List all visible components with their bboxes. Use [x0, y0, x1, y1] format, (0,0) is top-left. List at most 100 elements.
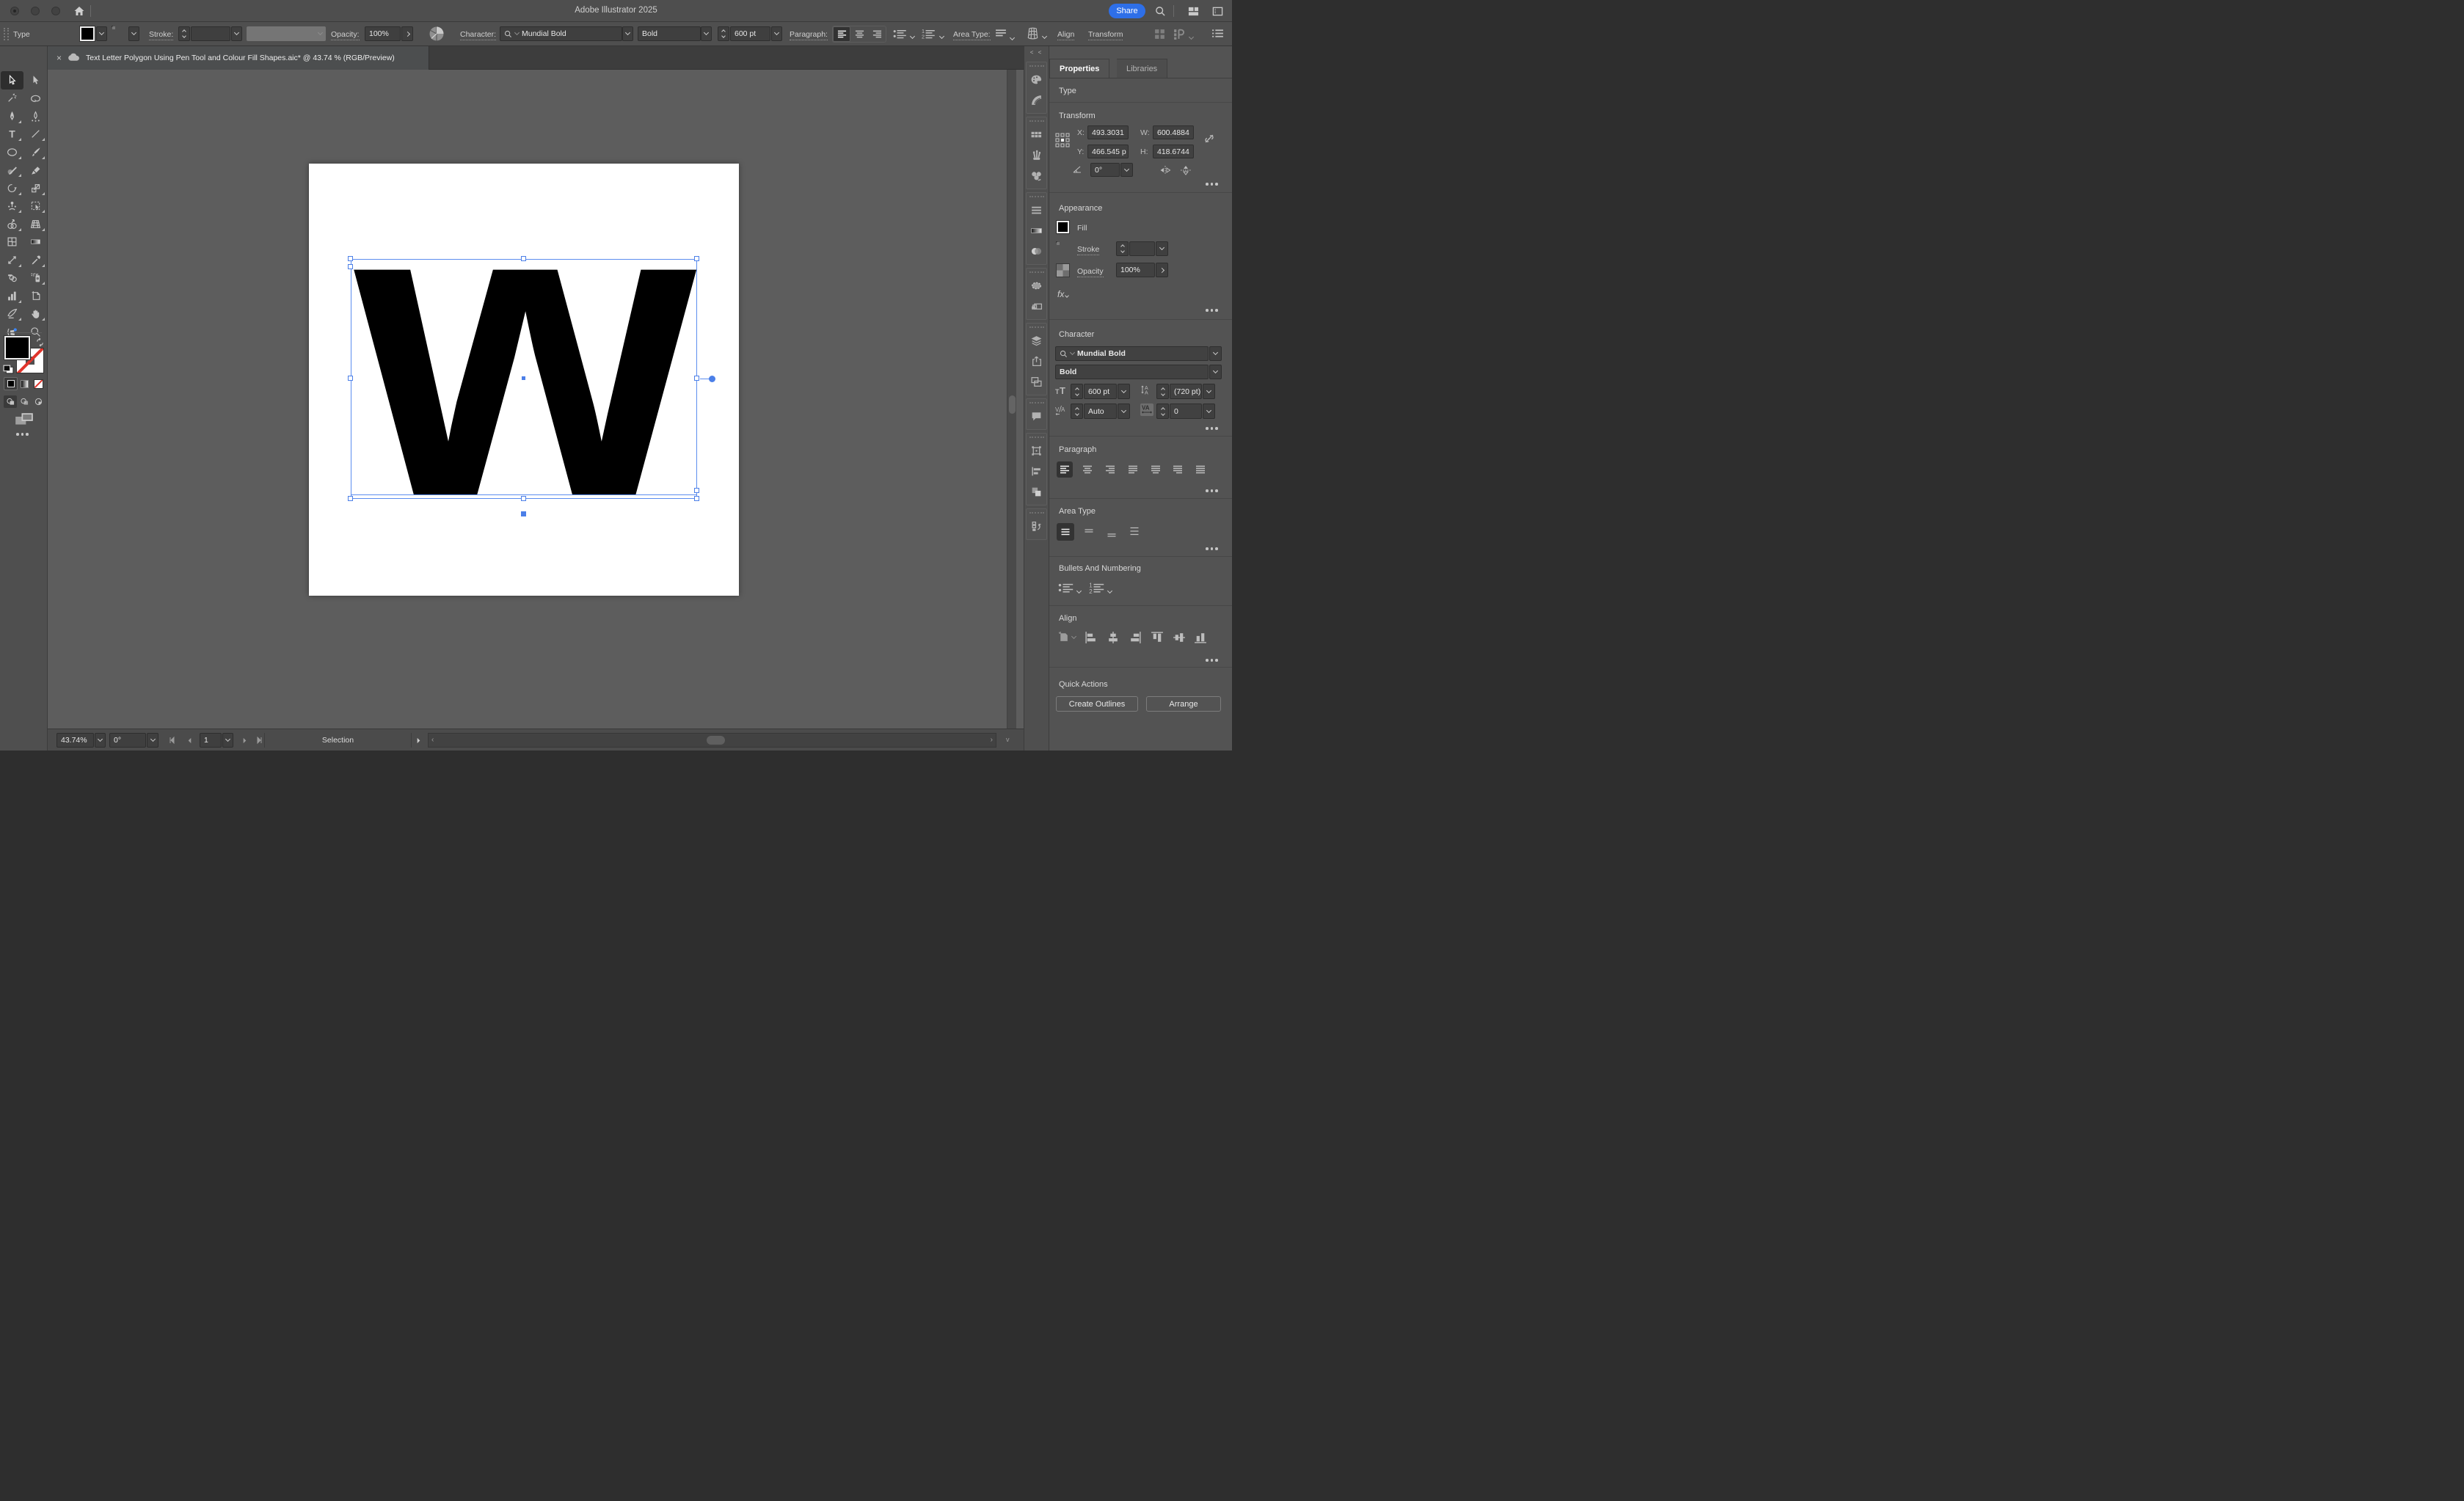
panel-font-size-dropdown[interactable] — [1118, 384, 1130, 399]
selection-handle[interactable] — [348, 496, 353, 501]
artboard[interactable]: w — [309, 164, 739, 596]
paintbrush-tool[interactable] — [24, 143, 47, 161]
ellipse-tool[interactable] — [1, 143, 23, 161]
next-artboard-button[interactable] — [237, 733, 252, 748]
opacity-swatch[interactable] — [1057, 264, 1069, 277]
dock-drag-handle[interactable] — [1029, 120, 1044, 122]
bulleted-list-icon[interactable] — [1058, 582, 1074, 596]
panel-font-style-select[interactable]: Bold — [1055, 365, 1209, 379]
align-right-button[interactable] — [868, 26, 886, 42]
line-segment-tool[interactable] — [24, 125, 47, 144]
center-anchor-point[interactable] — [522, 376, 525, 380]
create-outlines-button[interactable]: Create Outlines — [1056, 696, 1138, 712]
paragraph-panel-link[interactable]: Paragraph: — [790, 30, 828, 40]
opacity-label[interactable]: Opacity — [1077, 267, 1104, 277]
leading-field[interactable]: (720 pt) — [1170, 384, 1202, 399]
align-horizontal-right-button[interactable] — [1129, 631, 1142, 646]
area-type-top-button[interactable] — [1080, 523, 1098, 541]
pathfinder-panel-icon[interactable] — [1027, 481, 1046, 502]
lasso-tool[interactable] — [24, 90, 47, 108]
envelope-distort-icon[interactable] — [1026, 26, 1040, 43]
justify-left-button[interactable] — [1125, 461, 1141, 478]
font-family-dropdown[interactable] — [622, 26, 633, 41]
text-wrap-options-icon[interactable] — [1173, 28, 1185, 43]
scroll-right-icon[interactable]: › — [991, 736, 993, 744]
area-type-justify-button[interactable] — [1126, 522, 1143, 540]
numbered-list-dropdown[interactable] — [1107, 586, 1113, 595]
shaper-tool[interactable] — [1, 161, 23, 180]
vertical-scrollbar-thumb[interactable] — [1008, 395, 1016, 414]
appearance-panel-icon[interactable] — [1027, 275, 1046, 296]
panel-font-size-stepper[interactable] — [1071, 384, 1083, 399]
align-left-button[interactable] — [1057, 461, 1073, 478]
w-field[interactable]: 600.4884 — [1153, 125, 1194, 139]
perspective-grid-tool[interactable] — [24, 215, 47, 233]
first-artboard-button[interactable] — [163, 733, 181, 748]
blend-tool[interactable] — [1, 269, 23, 288]
selection-handle[interactable] — [521, 256, 526, 261]
scroll-left-icon[interactable]: ‹ — [431, 736, 434, 744]
align-panel-link[interactable]: Align — [1057, 30, 1075, 40]
horizontal-scrollbar-thumb[interactable] — [707, 736, 725, 745]
eraser-tool[interactable] — [24, 161, 47, 180]
options-menu-icon[interactable] — [1211, 29, 1224, 41]
area-type-dropdown[interactable] — [1009, 33, 1016, 42]
dock-drag-handle[interactable] — [1029, 196, 1044, 197]
selection-tool[interactable] — [0, 71, 23, 90]
font-style-select[interactable]: Bold — [638, 26, 701, 41]
more-appearance-options-icon[interactable] — [1206, 309, 1218, 312]
transform-panel-link[interactable]: Transform — [1088, 30, 1123, 40]
pen-tool[interactable] — [1, 107, 23, 125]
opacity-link[interactable]: Opacity: — [331, 30, 360, 40]
opacity-field[interactable]: 100% — [365, 26, 401, 41]
bulleted-list-icon[interactable] — [893, 28, 908, 42]
stroke-weight-field[interactable] — [191, 26, 230, 41]
selection-handle[interactable] — [694, 256, 699, 261]
font-size-field[interactable]: 600 pt — [730, 26, 770, 41]
canvas-area[interactable]: w — [48, 70, 1024, 728]
align-vertical-top-button[interactable] — [1151, 631, 1164, 646]
rotation-select-dropdown[interactable] — [1120, 163, 1133, 177]
comments-panel-icon[interactable] — [1027, 406, 1046, 426]
scale-tool[interactable] — [24, 179, 47, 197]
artboard-tool[interactable] — [24, 287, 47, 305]
area-type-auto-button[interactable] — [1057, 523, 1074, 541]
free-transform-tool[interactable] — [24, 197, 47, 216]
panel-font-size-field[interactable]: 600 pt — [1084, 384, 1117, 399]
previous-artboard-button[interactable] — [182, 733, 197, 748]
fx-button[interactable]: fx — [1057, 289, 1070, 299]
selection-handle[interactable] — [694, 488, 699, 493]
justify-right-button[interactable] — [1170, 461, 1186, 478]
dock-drag-handle[interactable] — [1029, 437, 1044, 438]
h-field[interactable]: 418.6744 — [1153, 145, 1194, 158]
transparency-panel-icon[interactable] — [1027, 241, 1046, 261]
stroke-weight-stepper[interactable] — [1116, 241, 1129, 256]
numbered-list-dropdown[interactable] — [938, 32, 945, 40]
symbols-panel-icon[interactable] — [1027, 165, 1046, 186]
draw-behind-button[interactable] — [18, 395, 31, 408]
stroke-weight-field[interactable] — [1129, 241, 1155, 256]
area-type-bottom-button[interactable] — [1103, 525, 1120, 543]
font-size-dropdown[interactable] — [771, 26, 782, 41]
status-display[interactable]: Selection — [264, 733, 412, 748]
graphic-styles-panel-icon[interactable] — [1027, 516, 1046, 536]
bulleted-list-dropdown[interactable] — [909, 32, 916, 40]
workspace-switcher-icon[interactable] — [1210, 4, 1225, 18]
eyedropper-tool[interactable] — [24, 251, 47, 269]
text-out-port[interactable] — [521, 511, 526, 516]
tracking-stepper[interactable] — [1156, 403, 1169, 419]
transform-panel-icon[interactable] — [1027, 440, 1046, 461]
export-panel-icon[interactable] — [1027, 351, 1046, 371]
character-panel-link[interactable]: Character: — [460, 30, 497, 40]
more-area-type-options-icon[interactable] — [1206, 547, 1218, 550]
stroke-panel-link[interactable]: Stroke: — [149, 30, 174, 40]
mesh-tool[interactable] — [1, 233, 23, 252]
align-vertical-bottom-button[interactable] — [1194, 631, 1207, 646]
opacity-expand-button[interactable] — [401, 26, 413, 41]
numbered-list-icon[interactable]: 12 — [922, 28, 936, 42]
rotation-dropdown[interactable] — [147, 733, 158, 748]
justify-center-button[interactable] — [1148, 461, 1164, 478]
shape-builder-tool[interactable] — [1, 215, 23, 233]
links-panel-icon[interactable] — [1027, 296, 1046, 316]
stroke-label[interactable]: Stroke — [1077, 245, 1100, 255]
